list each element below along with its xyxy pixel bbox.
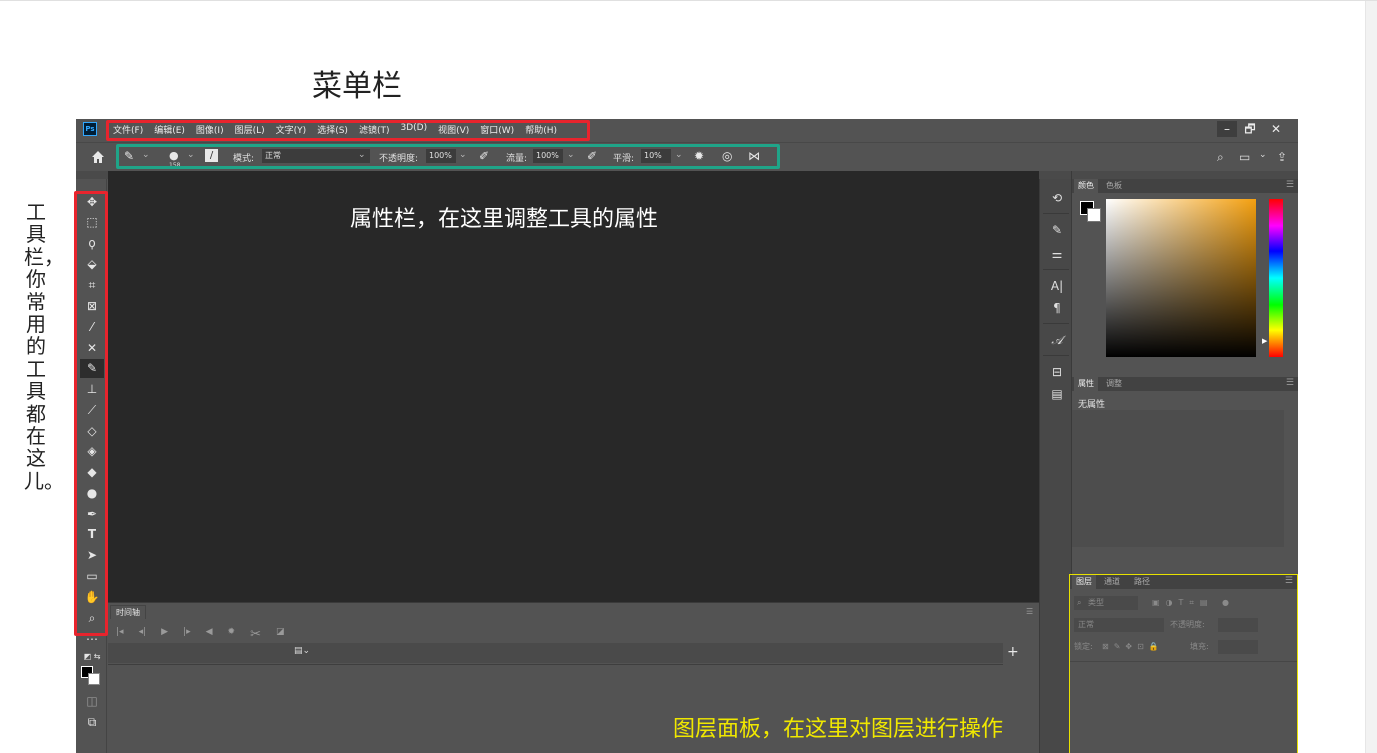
panel-background-swatch[interactable] [1087,208,1101,222]
color-panel-menu-icon[interactable]: ☰ [1286,180,1294,190]
background-color-swatch[interactable] [88,673,100,685]
color-panel: 颜色 色板 ☰ ▶ [1072,179,1298,375]
history-panel-icon[interactable]: ⟲ [1048,189,1066,207]
blend-mode-select[interactable]: 正常 [1074,618,1164,632]
add-track-icon[interactable]: + [1007,644,1019,660]
optionsbar-highlight-box [116,144,780,169]
brush-settings-icon[interactable]: ✎ [1048,221,1066,239]
lock-label: 锁定: [1074,642,1093,651]
search-icon[interactable]: ⌕ [1217,150,1224,165]
paragraph-panel-icon[interactable]: ¶ [1048,299,1066,317]
optionsbar-annotation: 属性栏，在这里调整工具的属性 [350,207,659,232]
default-colors-icon[interactable]: ◩ ⇆ [80,647,104,666]
split-scissors-icon[interactable]: ✂ [250,627,261,642]
dock-separator [1043,355,1069,356]
no-properties-text: 无属性 [1078,400,1106,410]
color-panel-tabs: 颜色 色板 ☰ [1072,179,1298,193]
page-scrollbar[interactable] [1365,1,1377,753]
layers-panel: 图层 通道 路径 ☰ ⌕ 类型 ▣◑T⌗▤ ● 正常 不透明度: 锁定: ⊠✎✥… [1069,574,1298,753]
layers-annotation: 图层面板，在这里对图层进行操作 [673,717,1004,742]
glyphs-panel-icon[interactable]: 𝒜 [1048,331,1066,349]
timeline-menu-icon[interactable]: ☰ [1026,607,1033,616]
collapsed-panel-dock: ⟲ ✎ ⚌ A| ¶ 𝒜 ⊟ ▤ [1039,179,1071,753]
play-icon[interactable]: ▶ [161,627,168,642]
close-button[interactable]: ✕ [1266,121,1286,137]
dock-separator [1043,269,1069,270]
fill-label: 填充: [1190,642,1209,651]
page: 菜单栏 工具栏，你常用的工具都在这儿。 Ps 文件(F) 编辑(E) 图像(I)… [0,0,1377,753]
tab-layers[interactable]: 图层 [1072,575,1096,589]
libraries-panel-icon[interactable]: ⊟ [1048,363,1066,381]
filter-search-icon: ⌕ [1077,598,1082,607]
photoshop-window: Ps 文件(F) 编辑(E) 图像(I) 图层(L) 文字(Y) 选择(S) 滤… [76,119,1298,753]
properties-panel-menu-icon[interactable]: ☰ [1286,378,1294,388]
character-panel-icon[interactable]: A| [1048,277,1066,295]
layer-filter-select[interactable]: ⌕ 类型 [1074,596,1138,610]
document-canvas[interactable] [108,171,1039,602]
layers-divider [1070,661,1297,662]
screen-mode-icon[interactable]: ⧉ [80,713,104,732]
first-frame-icon[interactable]: |◂ [116,627,124,642]
previous-frame-icon[interactable]: ◂| [139,627,147,642]
tab-adjustments[interactable]: 调整 [1102,377,1126,391]
minimize-button[interactable]: – [1217,121,1237,137]
dock-separator [1043,323,1069,324]
tab-properties[interactable]: 属性 [1074,377,1098,391]
menubar-highlight-box [106,120,590,141]
timeline-controls: |◂ ◂| ▶ |▸ ◀ ✹ ✂ ◪ [116,627,285,642]
next-frame-icon[interactable]: |▸ [183,627,191,642]
layer-opacity-label: 不透明度: [1170,620,1205,629]
timeline-settings-gear-icon[interactable]: ✹ [228,627,236,642]
layer-filter-label: 类型 [1088,598,1104,607]
timeline-tab[interactable]: 时间轴 [110,605,146,619]
share-icon[interactable]: ⇪ [1277,150,1287,164]
home-icon[interactable] [91,150,105,164]
hue-slider[interactable] [1269,199,1283,357]
tool-presets-icon[interactable]: ⚌ [1048,245,1066,263]
quick-mask-icon[interactable]: ◫ [80,692,104,711]
transition-icon[interactable]: ◪ [276,627,285,642]
tab-swatches[interactable]: 色板 [1102,179,1126,193]
properties-panel: 属性 调整 ☰ 无属性 [1072,377,1298,573]
tab-paths[interactable]: 路径 [1130,575,1154,589]
tab-channels[interactable]: 通道 [1100,575,1124,589]
fill-input[interactable] [1218,640,1258,654]
dock-separator [1043,213,1069,214]
photoshop-logo: Ps [83,122,97,136]
color-picker-field[interactable] [1106,199,1256,357]
blend-mode-value: 正常 [1078,620,1094,629]
create-timeline-icon[interactable]: ▤⌄ [294,646,310,656]
layers-panel-menu-icon[interactable]: ☰ [1285,576,1293,586]
notes-panel-icon[interactable]: ▤ [1048,385,1066,403]
audio-icon[interactable]: ◀ [206,627,213,642]
layer-filter-icons[interactable]: ▣◑T⌗▤ ● [1152,596,1235,610]
timeline-track[interactable]: ▤⌄ [108,643,1003,663]
workspace-caret-icon[interactable]: ⌄ [1259,150,1267,160]
properties-content [1072,410,1284,547]
restore-button[interactable]: 🗗 [1240,121,1260,137]
toolbar-highlight-box [74,191,108,636]
menubar-annotation: 菜单栏 [312,69,402,104]
layer-opacity-input[interactable] [1218,618,1258,632]
properties-panel-tabs: 属性 调整 ☰ [1072,377,1298,391]
tab-color[interactable]: 颜色 [1074,179,1098,193]
layers-panel-tabs: 图层 通道 路径 ☰ [1070,575,1297,589]
hue-slider-arrow-icon[interactable]: ▶ [1262,337,1267,345]
lock-icons[interactable]: ⊠✎✥⊡🔒 [1102,640,1164,654]
toolbar-annotation: 工具栏，你常用的工具都在这儿。 [24,200,64,493]
workspace-icon[interactable]: ▭ [1239,150,1250,164]
timeline-divider [108,664,1003,665]
